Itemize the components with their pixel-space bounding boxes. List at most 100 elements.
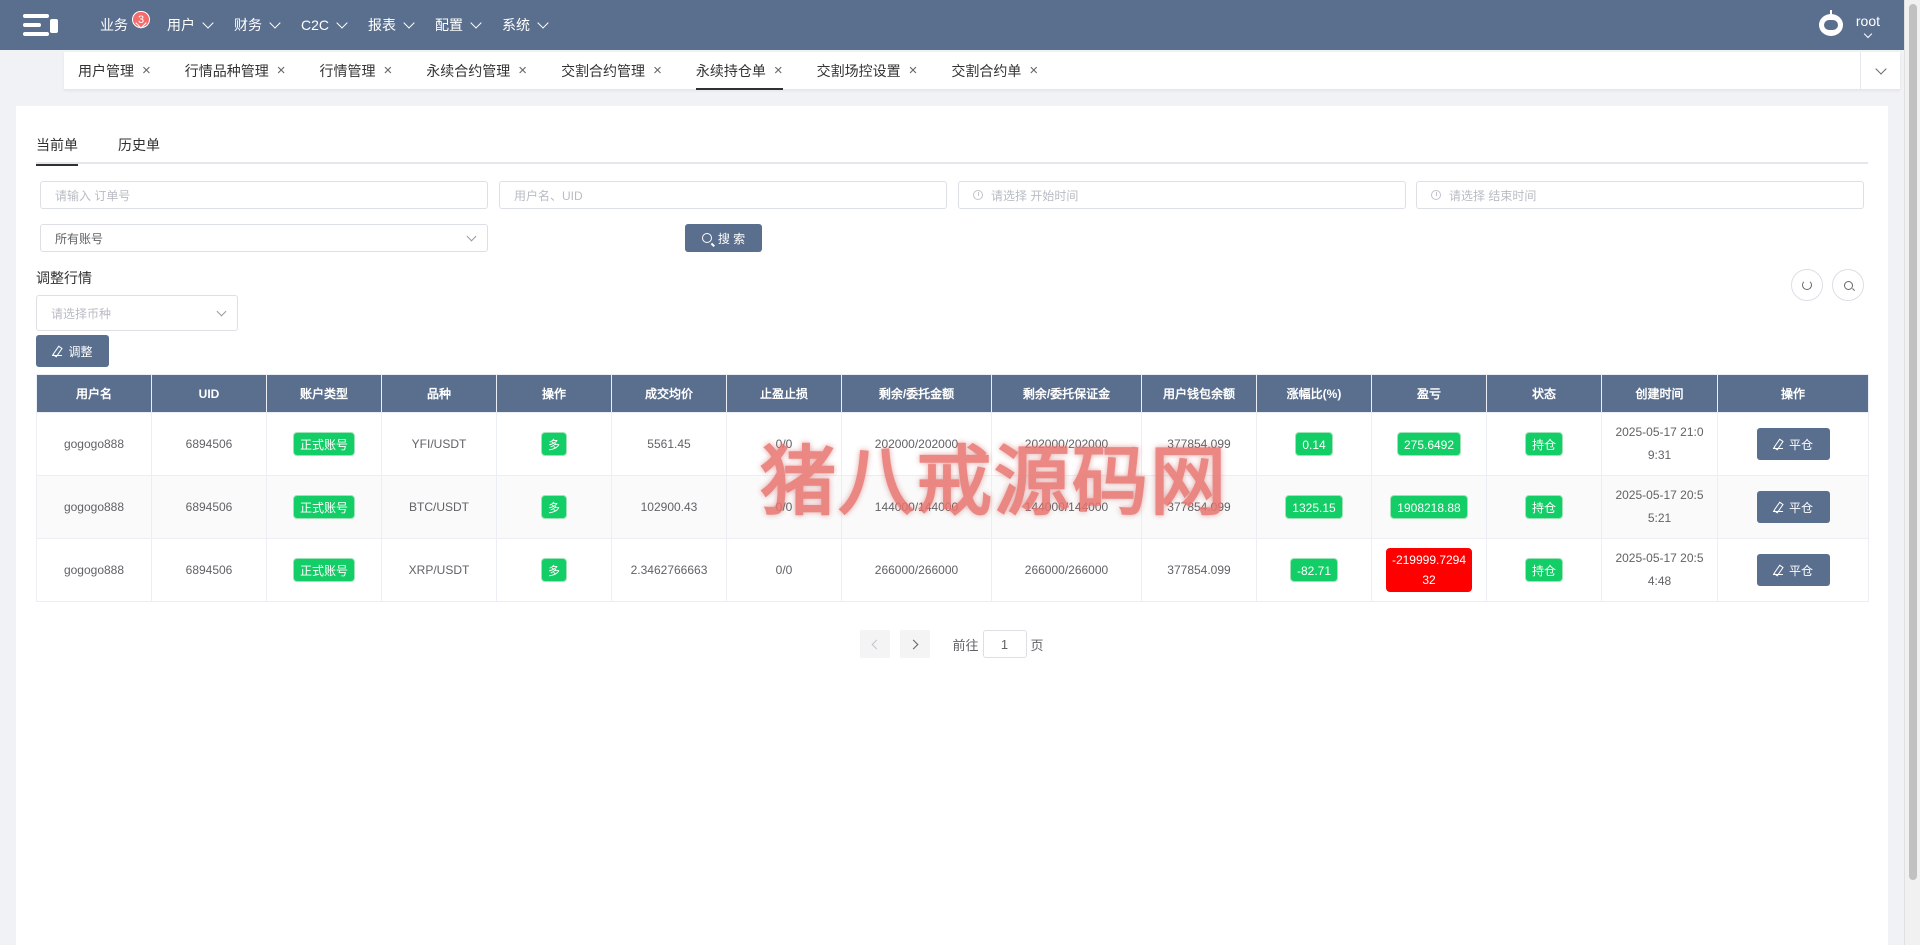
search-button[interactable]: 搜 索 (685, 224, 762, 252)
direction-badge: 多 (540, 495, 567, 519)
table-header-row: 用户名 UID 账户类型 品种 操作 成交均价 止盈止损 剩余/委托金额 剩余/… (36, 374, 1869, 413)
page-suffix-label: 页 (1030, 637, 1044, 653)
column-header: 操作 (1717, 374, 1869, 413)
column-header: 品种 (381, 374, 497, 413)
nav-item-label: 用户 (167, 17, 195, 33)
chevron-right-icon (909, 639, 919, 649)
start-time-picker[interactable]: 请选择 开始时间 (958, 181, 1406, 209)
scrollbar-thumb[interactable] (1909, 4, 1917, 880)
nav-item-finance[interactable]: 财务 (234, 0, 281, 50)
search-icon (1843, 280, 1853, 290)
tags-more-dropdown[interactable] (1860, 52, 1900, 90)
chevron-down-icon (336, 17, 348, 29)
change-badge: 1325.15 (1285, 495, 1343, 519)
end-time-picker[interactable]: 请选择 结束时间 (1416, 181, 1864, 209)
cell-tp-sl: 0/0 (726, 538, 842, 602)
column-header: 账户类型 (266, 374, 382, 413)
cell-username: gogogo888 (36, 475, 152, 539)
close-icon[interactable]: × (518, 62, 527, 79)
chevron-down-icon (216, 306, 227, 317)
user-menu[interactable]: root (1816, 0, 1880, 50)
cell-balance: 377854.099 (1141, 538, 1257, 602)
cell-avg-price: 102900.43 (611, 475, 727, 539)
pnl-badge: -219999.729432 (1386, 548, 1472, 592)
nav-item-label: C2C (301, 17, 330, 33)
close-icon[interactable]: × (142, 62, 151, 79)
order-number-input[interactable]: 请输入 订单号 (40, 181, 488, 209)
nav-item-label: 配置 (435, 17, 464, 33)
nav-item-label: 业务 (100, 17, 128, 33)
nav-item-system[interactable]: 系统 (502, 0, 549, 50)
close-position-button[interactable]: 平仓 (1756, 491, 1830, 523)
menu-toggle-icon[interactable] (21, 10, 61, 40)
tag-label: 交割场控设置 (816, 62, 901, 79)
close-icon[interactable]: × (653, 62, 662, 79)
nav-item-report[interactable]: 报表 (368, 0, 415, 50)
close-position-button[interactable]: 平仓 (1756, 554, 1830, 586)
coin-select[interactable]: 请选择币种 (36, 295, 238, 331)
account-type-badge: 正式账号 (292, 432, 355, 456)
tag-label: 交割合约管理 (561, 62, 646, 79)
close-icon[interactable]: × (909, 62, 918, 79)
close-icon[interactable]: × (774, 62, 783, 79)
tag-perpetual-positions[interactable]: 永续持仓单 × (682, 52, 797, 90)
refresh-button[interactable] (1791, 269, 1823, 301)
tag-delivery-contract-management[interactable]: 交割合约管理 × (547, 52, 676, 90)
cell-avg-price: 5561.45 (611, 412, 727, 476)
column-header: 止盈止损 (726, 374, 842, 413)
prev-page-button[interactable] (860, 630, 891, 658)
tags-view-bar: 用户管理 × 行情品种管理 × 行情管理 × 永续合约管理 × 交割合约管理 × 永续持仓… (64, 52, 1900, 90)
user-search-input[interactable]: 用户名、UID (499, 181, 947, 209)
clock-icon (1431, 190, 1441, 200)
edit-icon (52, 346, 63, 356)
tag-market-management[interactable]: 行情管理 × (306, 52, 407, 90)
main-nav: 业务 3 用户 财务 C2C 报表 配置 系统 (100, 0, 569, 50)
clock-icon (973, 190, 983, 200)
page-number-input[interactable]: 1 (982, 630, 1027, 658)
cell-symbol: YFI/USDT (381, 412, 497, 476)
tag-label: 行情品种管理 (184, 62, 269, 79)
column-header: 用户钱包余额 (1141, 374, 1257, 413)
column-header: UID (151, 374, 267, 413)
direction-badge: 多 (540, 558, 567, 582)
tab-history-orders[interactable]: 历史单 (118, 134, 160, 164)
change-badge: 0.14 (1295, 432, 1333, 456)
tag-user-management[interactable]: 用户管理 × (64, 52, 165, 90)
column-header: 盈亏 (1371, 374, 1487, 413)
nav-item-business[interactable]: 业务 3 (100, 0, 151, 50)
vertical-scrollbar[interactable] (1904, 0, 1920, 945)
adjust-button[interactable]: 调整 (36, 335, 109, 367)
cell-symbol: XRP/USDT (381, 538, 497, 602)
nav-item-user[interactable]: 用户 (167, 0, 214, 50)
tag-delivery-contract-orders[interactable]: 交割合约单 × (937, 52, 1052, 90)
column-header: 创建时间 (1601, 374, 1718, 413)
column-header: 状态 (1486, 374, 1602, 413)
close-icon[interactable]: × (1029, 62, 1038, 79)
toggle-search-button[interactable] (1832, 269, 1864, 301)
cell-uid: 6894506 (151, 475, 267, 539)
account-type-select[interactable]: 所有账号 (40, 224, 488, 252)
close-position-button[interactable]: 平仓 (1756, 428, 1830, 460)
status-badge: 持仓 (1524, 558, 1563, 582)
username-label: root (1855, 13, 1880, 29)
edit-icon (1772, 439, 1783, 449)
tab-current-orders[interactable]: 当前单 (36, 134, 78, 166)
direction-badge: 多 (540, 432, 567, 456)
cell-username: gogogo888 (36, 538, 152, 602)
tag-perpetual-contract-management[interactable]: 永续合约管理 × (412, 52, 541, 90)
tag-market-symbol-management[interactable]: 行情品种管理 × (171, 52, 300, 90)
tag-label: 永续持仓单 (695, 62, 766, 79)
goto-label: 前往 (952, 637, 979, 653)
cell-margin: 266000/266000 (991, 538, 1142, 602)
column-header: 涨幅比(%) (1256, 374, 1372, 413)
chevron-down-icon (1874, 63, 1887, 75)
tag-delivery-control-settings[interactable]: 交割场控设置 × (803, 52, 932, 90)
close-icon[interactable]: × (384, 62, 393, 79)
close-icon[interactable]: × (277, 62, 286, 79)
cell-created-time: 2025-05-17 21:09:31 (1615, 425, 1704, 462)
chevron-down-icon (202, 17, 214, 29)
nav-item-config[interactable]: 配置 (435, 0, 482, 50)
nav-item-c2c[interactable]: C2C (301, 0, 348, 50)
next-page-button[interactable] (900, 630, 931, 658)
chevron-down-icon (269, 17, 281, 29)
